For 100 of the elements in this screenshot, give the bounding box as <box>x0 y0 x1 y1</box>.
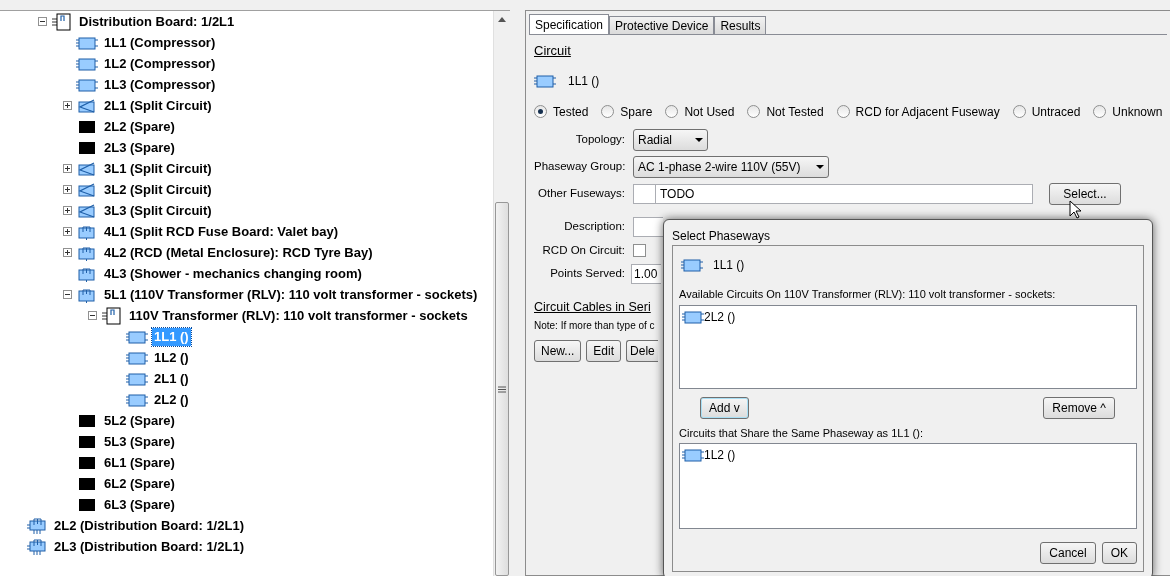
tree-item[interactable]: 1L1 (Compressor) <box>102 33 218 52</box>
scrollbar-thumb[interactable] <box>495 202 509 576</box>
tree-item[interactable]: 2L1 () <box>152 369 191 388</box>
phaseway-group-dropdown[interactable]: AC 1-phase 2-wire 110V (55V) <box>633 155 829 178</box>
dropdown-caret-icon <box>695 137 703 142</box>
tree-item[interactable]: 5L3 (Spare) <box>102 432 177 451</box>
expand-toggle-icon[interactable] <box>62 206 72 215</box>
cable-action-button[interactable]: Dele <box>626 339 658 362</box>
status-radio[interactable]: Tested <box>534 102 589 121</box>
tree-item[interactable]: 4L2 (RCD (Metal Enclosure): RCD Tyre Bay) <box>102 243 375 262</box>
tree-item[interactable]: 3L2 (Split Circuit) <box>102 180 214 199</box>
tree-item[interactable]: 4L1 (Split RCD Fuse Board: Valet bay) <box>102 222 341 241</box>
circuit-block-icon <box>76 77 98 92</box>
rcd-block-icon <box>78 286 96 303</box>
solid-block-icon <box>79 141 95 154</box>
split-arrow-icon <box>78 161 96 176</box>
tree-item[interactable]: 6L2 (Spare) <box>102 474 177 493</box>
expand-toggle-icon[interactable] <box>62 185 72 194</box>
status-radio[interactable]: RCD for Adjacent Fuseway <box>836 102 1000 121</box>
points-served-field[interactable]: 1.00 <box>631 263 661 284</box>
tree-item[interactable]: 2L3 (Spare) <box>102 138 177 157</box>
tree-item[interactable]: 2L2 (Spare) <box>102 117 177 136</box>
dropdown-caret-icon <box>816 164 824 169</box>
circuit-name: 1L1 () <box>568 72 600 90</box>
split-arrow-icon <box>78 98 96 113</box>
add-button[interactable]: Add v <box>700 396 749 419</box>
solid-block-icon <box>79 498 95 511</box>
rcd-checkbox[interactable] <box>633 243 646 257</box>
status-radio[interactable]: Not Used <box>665 102 735 121</box>
tree-item[interactable]: 2L1 (Split Circuit) <box>102 96 214 115</box>
circuit-block-icon <box>126 371 148 386</box>
tree-item[interactable]: 4L3 (Shower - mechanics changing room) <box>102 264 364 283</box>
field-label: Topology: <box>574 131 625 147</box>
expand-toggle-icon[interactable] <box>62 101 72 110</box>
rcd-block-icon <box>78 265 96 282</box>
circuit-block-icon <box>76 35 98 50</box>
collapse-toggle-icon[interactable] <box>37 17 47 26</box>
tree-item[interactable]: 6L3 (Spare) <box>102 495 177 514</box>
collapse-toggle-icon[interactable] <box>62 290 72 299</box>
remove-button[interactable]: Remove ^ <box>1043 396 1115 419</box>
rcd-block-icon <box>78 244 96 261</box>
status-radio[interactable]: Not Tested <box>747 102 824 121</box>
status-radio[interactable]: Spare <box>601 102 653 121</box>
tree-item[interactable]: 2L3 (Distribution Board: 1/2L1) <box>52 537 246 556</box>
tree-item[interactable]: 2L2 (Distribution Board: 1/2L1) <box>52 516 246 535</box>
dialog-button[interactable]: Cancel <box>1040 542 1096 564</box>
tree-item[interactable]: 3L3 (Split Circuit) <box>102 201 214 220</box>
tree-item[interactable]: 3L1 (Split Circuit) <box>102 159 214 178</box>
status-radio[interactable]: Unknown <box>1093 102 1163 121</box>
field-label: Description: <box>563 218 625 234</box>
cable-action-button[interactable]: Edit <box>586 339 622 362</box>
rcd-block-icon <box>78 223 96 240</box>
split-arrow-icon <box>78 182 96 197</box>
shared-circuits-list[interactable]: 1L2 () <box>679 443 1137 529</box>
field-label: Phaseway Group: <box>534 158 625 174</box>
scrollbar[interactable] <box>493 11 510 576</box>
tab[interactable]: Protective Device <box>609 16 715 34</box>
status-radio[interactable]: Untraced <box>1012 102 1081 121</box>
collapse-toggle-icon[interactable] <box>87 311 97 320</box>
circuit-name: 1L1 () <box>713 257 745 274</box>
tree-item[interactable]: 1L3 (Compressor) <box>102 75 218 94</box>
tree-item[interactable]: Distribution Board: 1/2L1 <box>77 12 237 31</box>
list-item[interactable]: 2L2 () <box>704 307 736 326</box>
tree-item[interactable]: 1L2 () <box>152 348 191 367</box>
solid-block-icon <box>79 477 95 490</box>
tree-item[interactable]: 1L2 (Compressor) <box>102 54 218 73</box>
select-button[interactable]: Select... <box>1049 182 1121 205</box>
tab[interactable]: Results <box>714 16 767 34</box>
scroll-up-arrow-icon[interactable] <box>498 17 506 22</box>
circuit-block-icon <box>682 309 704 324</box>
circuit-block-icon <box>126 392 148 407</box>
expand-toggle-icon[interactable] <box>62 164 72 173</box>
list-item[interactable]: 1L2 () <box>704 446 736 464</box>
available-circuits-list[interactable]: 2L2 () <box>679 304 1137 389</box>
grip-icon <box>498 385 506 393</box>
dialog-button[interactable]: OK <box>1101 542 1137 564</box>
cable-action-button[interactable]: New... <box>534 339 582 362</box>
tree-item[interactable]: 5L1 (110V Transformer (RLV): 110 volt transformer - sockets) <box>102 285 480 304</box>
tree-item[interactable]: 5L2 (Spare) <box>102 411 177 430</box>
other-fuseways-field[interactable]: TODO <box>633 183 1033 204</box>
solid-block-icon <box>79 435 95 448</box>
expand-toggle-icon[interactable] <box>62 227 72 236</box>
circuit-block-icon <box>681 258 703 272</box>
split-arrow-icon <box>78 203 96 218</box>
solid-block-icon <box>79 414 95 427</box>
dialog-title: Select Phaseways <box>672 228 772 245</box>
tree-item[interactable]: 2L2 () <box>152 390 191 409</box>
list-label: Circuits that Share the Same Phaseway as 1L1 (): <box>679 425 924 441</box>
description-field[interactable] <box>633 216 663 237</box>
tree-item[interactable]: 6L1 (Spare) <box>102 453 177 472</box>
tab[interactable]: Specification <box>529 14 610 34</box>
board-block-icon <box>27 517 47 534</box>
circuit-block-icon <box>534 73 556 88</box>
tree-item[interactable]: 110V Transformer (RLV): 110 volt transformer - sockets <box>127 306 470 325</box>
solid-block-icon <box>79 120 95 133</box>
topology-dropdown[interactable]: Radial <box>633 128 708 151</box>
expand-toggle-icon[interactable] <box>62 248 72 257</box>
circuit-block-icon <box>126 350 148 365</box>
field-label: Points Served: <box>549 266 625 282</box>
circuit-block-icon <box>126 329 148 344</box>
